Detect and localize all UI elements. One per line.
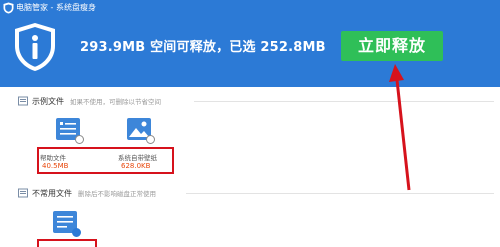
annotation-arrow (389, 64, 411, 191)
